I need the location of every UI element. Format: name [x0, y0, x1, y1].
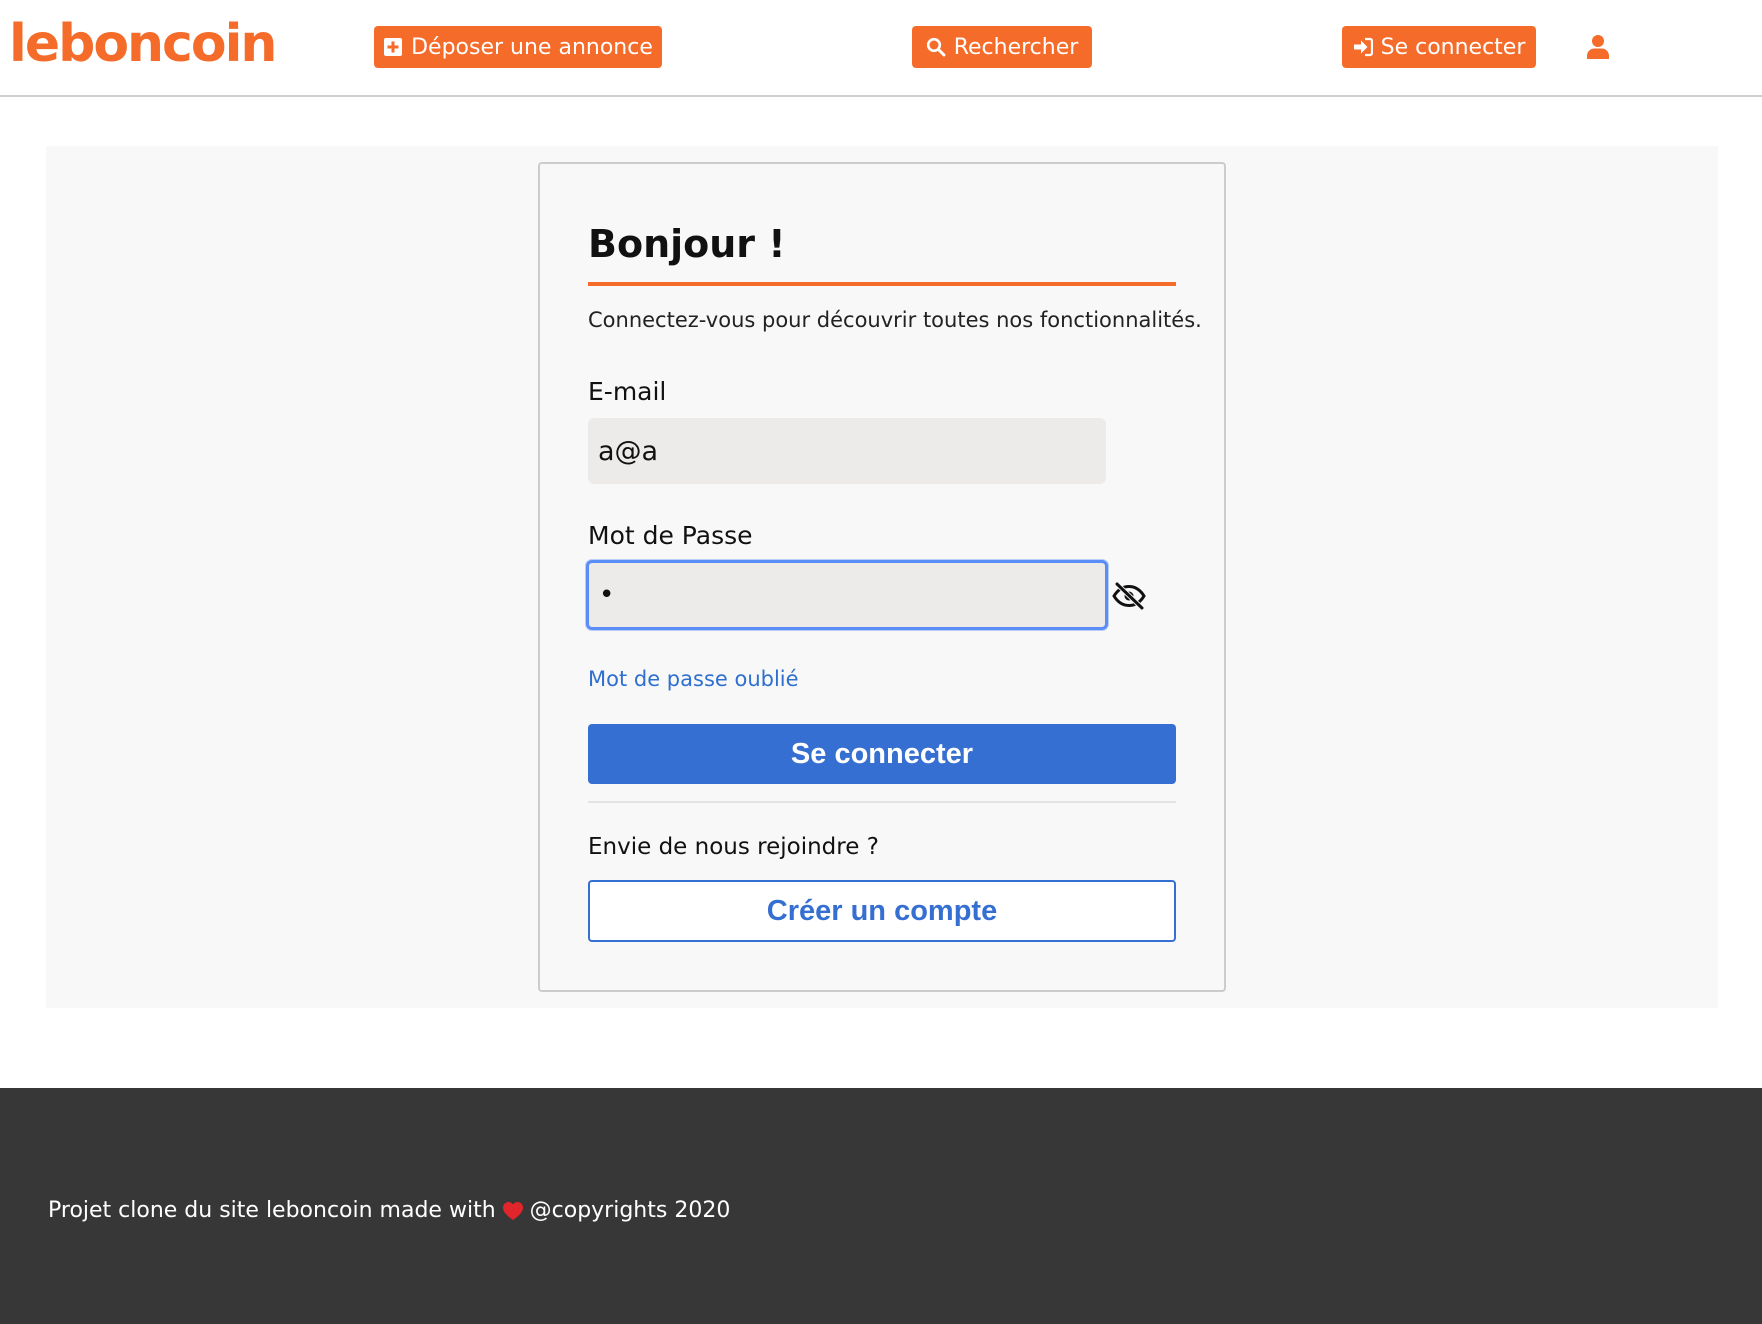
- eye-slash-icon[interactable]: [1112, 582, 1146, 610]
- rechercher-button[interactable]: Rechercher: [912, 26, 1092, 68]
- rechercher-label: Rechercher: [953, 34, 1079, 60]
- footer-text-after: @copyrights 2020: [529, 1198, 731, 1223]
- page-title: Bonjour !: [588, 222, 786, 266]
- password-label: Mot de Passe: [588, 521, 753, 550]
- email-label: E-mail: [588, 377, 667, 406]
- create-account-button[interactable]: Créer un compte: [588, 880, 1176, 942]
- divider: [588, 801, 1176, 803]
- password-field[interactable]: [586, 560, 1108, 630]
- heart-icon: [502, 1202, 523, 1220]
- join-text: Envie de nous rejoindre ?: [588, 834, 879, 860]
- footer: Projet clone du site leboncoin made with…: [0, 1088, 1762, 1324]
- leboncoin-logo[interactable]: leboncoin: [9, 6, 277, 82]
- login-card: Bonjour ! Connectez-vous pour découvrir …: [538, 162, 1226, 992]
- title-underline: [588, 282, 1176, 286]
- forgot-password-link[interactable]: Mot de passe oublié: [588, 664, 799, 694]
- deposer-annonce-label: Déposer une annonce: [411, 34, 653, 60]
- deposer-annonce-button[interactable]: Déposer une annonce: [374, 26, 662, 68]
- user-icon[interactable]: [1586, 34, 1610, 60]
- footer-text-before: Projet clone du site leboncoin made with: [48, 1198, 496, 1223]
- login-subtitle: Connectez-vous pour découvrir toutes nos…: [588, 308, 1202, 332]
- top-navbar: leboncoin Déposer une annonce Rechercher…: [0, 0, 1762, 97]
- sign-in-icon: [1353, 37, 1373, 57]
- se-connecter-submit-button[interactable]: Se connecter: [588, 724, 1176, 784]
- footer-credits: Projet clone du site leboncoin made with…: [48, 1194, 730, 1228]
- search-icon: [926, 37, 946, 57]
- se-connecter-nav-button[interactable]: Se connecter: [1342, 26, 1536, 68]
- email-field[interactable]: [588, 418, 1106, 484]
- plus-square-icon: [384, 38, 403, 56]
- se-connecter-nav-label: Se connecter: [1380, 34, 1526, 60]
